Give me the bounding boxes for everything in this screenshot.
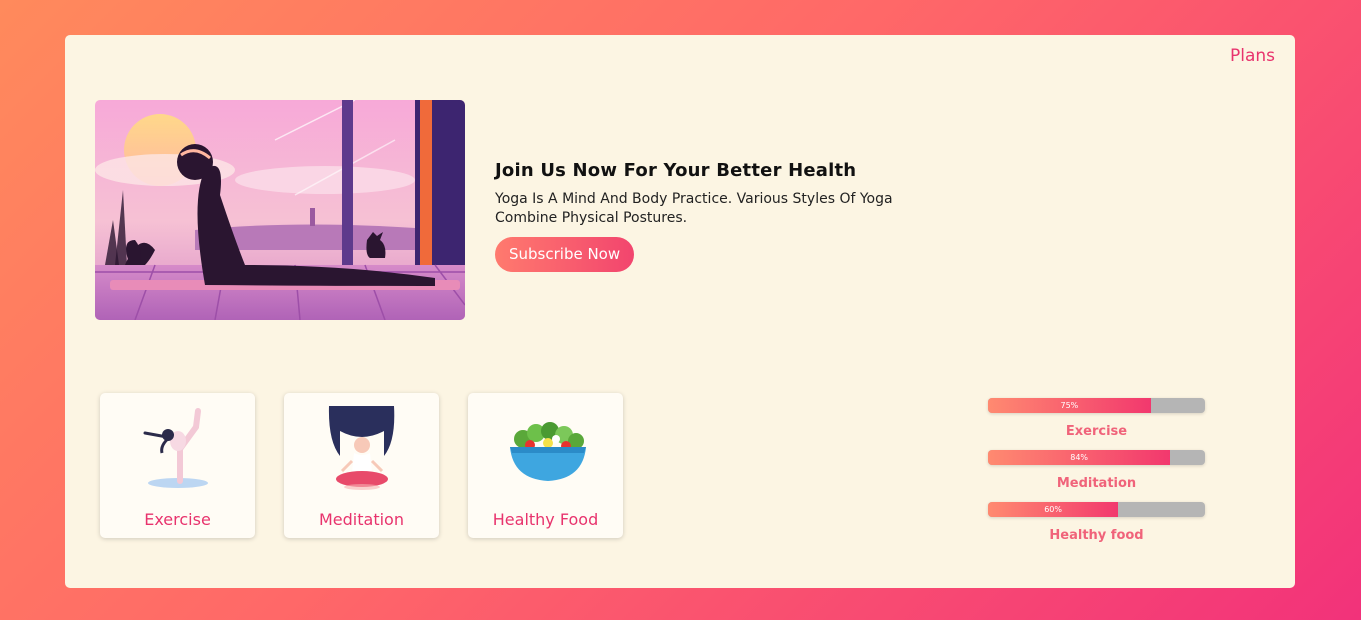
progress-label-healthy-food: Healthy food [1049,528,1144,543]
hero-title: Join Us Now For Your Better Health [495,160,857,181]
nav-plans-link[interactable]: Plans [1230,46,1275,66]
progress-label-meditation: Meditation [1056,476,1137,491]
progress-meditation: 84% Meditation [988,450,1205,491]
tile-exercise-label: Exercise [144,510,211,529]
progress-healthy-food: 60% Healthy food [988,502,1205,543]
salad-bowl-icon [468,401,623,496]
progress-fill: 84% [988,450,1171,465]
progress-label-exercise: Exercise [1065,424,1128,439]
tile-meditation-label: Meditation [319,510,404,529]
yoga-pose-icon [100,401,255,496]
yoga-hero-illustration [95,100,465,320]
progress-fill: 75% [988,398,1151,413]
tile-meditation[interactable]: Meditation [284,393,439,538]
progress-exercise: 75% Exercise [988,398,1205,439]
hero-description: Yoga Is A Mind And Body Practice. Variou… [495,191,893,226]
progress-bar-healthy-food: 60% [988,502,1205,517]
subscribe-button[interactable]: Subscribe Now [495,237,635,272]
progress-bar-exercise: 75% [988,398,1205,413]
tile-healthy-food[interactable]: Healthy Food [468,393,623,538]
meditation-icon [284,401,439,496]
progress-bar-meditation: 84% [988,450,1205,465]
tile-exercise[interactable]: Exercise [100,393,255,538]
hero-text-block: Join Us Now For Your Better Health Yoga … [495,160,935,272]
main-card: Plans Join Us Now For Your Better Health… [65,35,1295,588]
progress-fill: 60% [988,502,1119,517]
tile-healthy-food-label: Healthy Food [492,510,599,529]
